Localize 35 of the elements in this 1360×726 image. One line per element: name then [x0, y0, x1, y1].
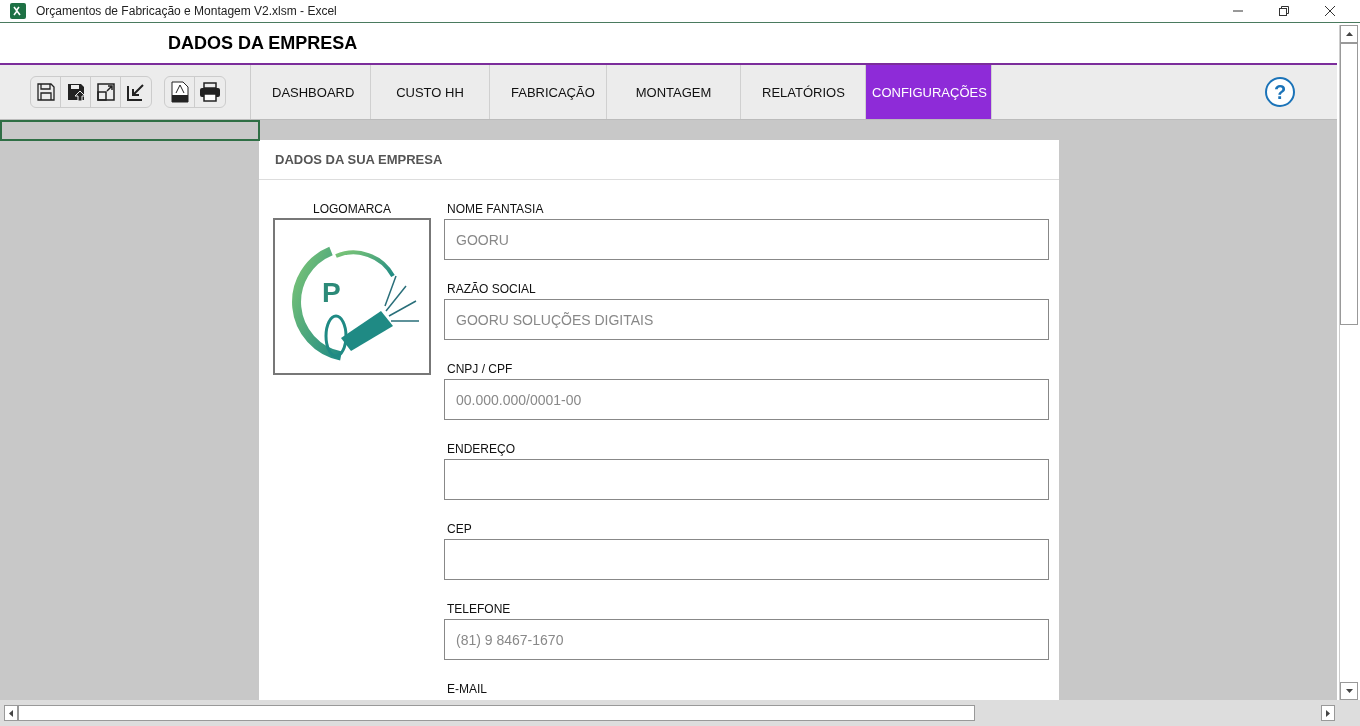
down-arrow-icon[interactable]	[1345, 689, 1353, 693]
section-title: DADOS DA SUA EMPRESA	[259, 140, 1059, 180]
text-field[interactable]: GOORU	[444, 219, 1049, 260]
pdf-file-icon	[170, 81, 189, 103]
up-arrow-icon[interactable]	[1345, 32, 1353, 36]
text-field[interactable]: 00.000.000/0001-00	[444, 379, 1049, 420]
vertical-scrollbar[interactable]	[1339, 25, 1358, 700]
field-label: TELEFONE	[446, 602, 512, 618]
field-label: CNPJ / CPF	[446, 362, 514, 378]
expand-icon	[95, 82, 116, 102]
arrow-down-left-icon	[126, 82, 146, 102]
logo-label: LOGOMARCA	[313, 202, 391, 216]
close-icon[interactable]	[1324, 5, 1336, 17]
floppy-upload-icon	[65, 82, 86, 102]
logo-drawing: P	[281, 225, 423, 368]
text-field[interactable]	[444, 459, 1049, 500]
nav-tab[interactable]: CONFIGURAÇÕES	[866, 65, 992, 119]
right-arrow-icon[interactable]	[1326, 709, 1330, 717]
window-title: Orçamentos de Fabricação e Montagem V2.xlsm - Excel	[36, 4, 338, 18]
field-label: ENDEREÇO	[446, 442, 516, 458]
sheet-title: DADOS DA EMPRESA	[168, 32, 358, 54]
field-label: CEP	[446, 522, 473, 538]
help-button[interactable]: ?	[1265, 77, 1295, 107]
text-field[interactable]: (81) 9 8467-1670	[444, 619, 1049, 660]
field-label: E-MAIL	[446, 682, 488, 698]
left-arrow-icon[interactable]	[9, 709, 13, 717]
restore-icon[interactable]	[1278, 5, 1290, 17]
text-field[interactable]: GOORU SOLUÇÕES DIGITAIS	[444, 299, 1049, 340]
field-label: RAZÃO SOCIAL	[446, 282, 537, 298]
excel-icon	[10, 3, 26, 19]
text-field[interactable]	[444, 539, 1049, 580]
selected-cell[interactable]	[0, 120, 260, 141]
printer-icon	[199, 82, 221, 102]
horizontal-scrollbar[interactable]	[0, 700, 1360, 726]
field-label: NOME FANTASIA	[446, 202, 545, 218]
